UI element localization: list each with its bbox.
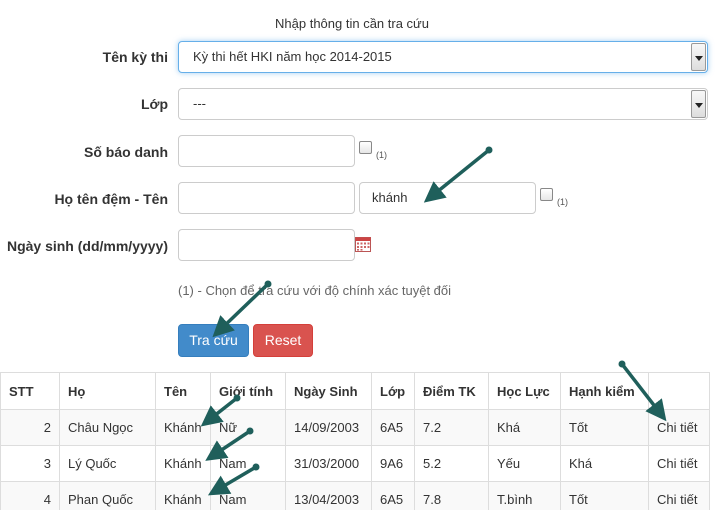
arrow-tail-dot — [618, 360, 626, 368]
form-heading: Nhập thông tin cần tra cứu — [275, 16, 429, 31]
col-ten: Tên — [155, 372, 211, 410]
col-lop: Lớp — [371, 372, 415, 410]
sbd-input[interactable] — [178, 135, 355, 167]
name-exact-checkbox[interactable] — [540, 188, 553, 201]
col-hoc-luc: Học Lực — [488, 372, 561, 410]
col-hanh-kiem: Hạnh kiểm — [560, 372, 649, 410]
cell-ten: Khánh — [155, 409, 211, 446]
cell-ho: Phan Quốc — [59, 481, 156, 510]
col-action — [648, 372, 710, 410]
table-row: 3 Lý Quốc Khánh Nam 31/03/2000 9A6 5.2 Y… — [0, 445, 710, 482]
detail-link[interactable]: Chi tiết — [648, 409, 710, 446]
cell-diem-tk: 5.2 — [414, 445, 489, 482]
cell-stt: 2 — [0, 409, 60, 446]
exam-select-value: Kỳ thi hết HKI năm học 2014-2015 — [193, 49, 392, 64]
results-table: STT Họ Tên Giới tính Ngày Sinh Lớp Điểm … — [0, 372, 710, 510]
cell-diem-tk: 7.8 — [414, 481, 489, 510]
name-note: (1) — [557, 197, 568, 207]
cell-ten: Khánh — [155, 445, 211, 482]
class-label: Lớp — [140, 96, 168, 112]
exam-select[interactable]: Kỳ thi hết HKI năm học 2014-2015 — [178, 41, 708, 73]
cell-hoc-luc: Yếu — [488, 445, 561, 482]
first-name-input[interactable]: khánh — [359, 182, 536, 214]
col-ngay-sinh: Ngày Sinh — [285, 372, 372, 410]
arrow-tail-dot — [485, 146, 493, 154]
cell-stt: 4 — [0, 481, 60, 510]
search-button[interactable]: Tra cứu — [178, 324, 249, 357]
cell-gioi-tinh: Nữ — [210, 409, 286, 446]
class-select[interactable]: --- — [178, 88, 708, 120]
calendar-icon[interactable] — [355, 237, 371, 252]
class-select-value: --- — [193, 96, 206, 111]
reset-button[interactable]: Reset — [253, 324, 313, 357]
sbd-exact-checkbox[interactable] — [359, 141, 372, 154]
dob-label: Ngày sinh (dd/mm/yyyy) — [6, 238, 168, 254]
table-header-row: STT Họ Tên Giới tính Ngày Sinh Lớp Điểm … — [0, 372, 710, 410]
cell-stt: 3 — [0, 445, 60, 482]
sbd-label: Số báo danh — [84, 144, 168, 160]
table-row: 2 Châu Ngọc Khánh Nữ 14/09/2003 6A5 7.2 … — [0, 409, 710, 446]
dob-input[interactable] — [178, 229, 355, 261]
exact-match-hint: (1) - Chọn để tra cứu với độ chính xác t… — [178, 283, 452, 298]
cell-ho: Lý Quốc — [59, 445, 156, 482]
cell-ngay-sinh: 14/09/2003 — [285, 409, 372, 446]
cell-hanh-kiem: Tốt — [560, 409, 649, 446]
col-diem-tk: Điểm TK — [414, 372, 489, 410]
cell-ngay-sinh: 31/03/2000 — [285, 445, 372, 482]
cell-lop: 6A5 — [371, 409, 415, 446]
cell-hanh-kiem: Tốt — [560, 481, 649, 510]
cell-hoc-luc: T.bình — [488, 481, 561, 510]
cell-lop: 9A6 — [371, 445, 415, 482]
middle-name-input[interactable] — [178, 182, 355, 214]
col-gioi-tinh: Giới tính — [210, 372, 286, 410]
name-label: Họ tên đệm - Tên — [54, 191, 168, 207]
cell-gioi-tinh: Nam — [210, 445, 286, 482]
chevron-down-icon[interactable] — [691, 90, 706, 118]
table-row: 4 Phan Quốc Khánh Nam 13/04/2003 6A5 7.8… — [0, 481, 710, 510]
exam-label: Tên kỳ thi — [102, 49, 168, 65]
cell-gioi-tinh: Nam — [210, 481, 286, 510]
cell-diem-tk: 7.2 — [414, 409, 489, 446]
detail-link[interactable]: Chi tiết — [648, 445, 710, 482]
cell-hanh-kiem: Khá — [560, 445, 649, 482]
cell-ho: Châu Ngọc — [59, 409, 156, 446]
col-ho: Họ — [59, 372, 156, 410]
cell-ten: Khánh — [155, 481, 211, 510]
cell-ngay-sinh: 13/04/2003 — [285, 481, 372, 510]
sbd-note: (1) — [376, 150, 387, 160]
chevron-down-icon[interactable] — [691, 43, 706, 71]
cell-lop: 6A5 — [371, 481, 415, 510]
detail-link[interactable]: Chi tiết — [648, 481, 710, 510]
cell-hoc-luc: Khá — [488, 409, 561, 446]
col-stt: STT — [0, 372, 60, 410]
